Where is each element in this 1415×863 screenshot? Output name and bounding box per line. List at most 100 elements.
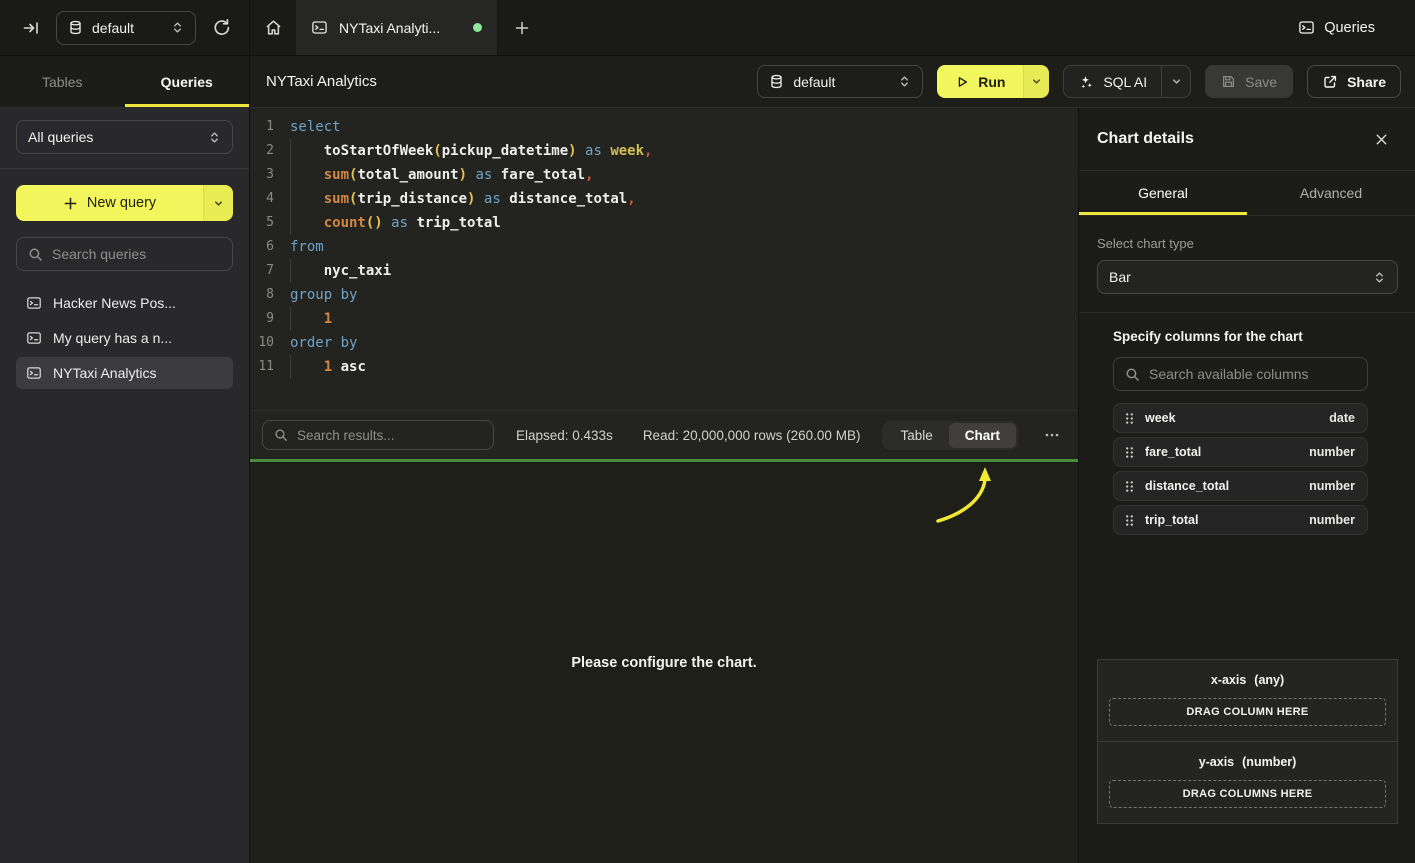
drag-grip-icon	[1124, 514, 1135, 527]
sql-ai-options-button[interactable]	[1161, 66, 1190, 97]
share-button[interactable]: Share	[1307, 65, 1401, 98]
chart-type-selector[interactable]: Bar	[1097, 260, 1398, 294]
view-tab-chart[interactable]: Chart	[949, 423, 1016, 448]
database-icon	[769, 74, 784, 89]
results-toolbar: Elapsed: 0.433s Read: 20,000,000 rows (2…	[250, 410, 1078, 459]
code-line: 1 select	[250, 115, 1078, 139]
tab-queries[interactable]: Queries	[125, 56, 250, 107]
new-query-split-button: New query	[16, 185, 233, 221]
content-row: 1 select 2 toStartOfWeek(pickup_datetime…	[250, 108, 1415, 863]
chart-details-panel: Chart details General Advanced Select ch…	[1078, 108, 1415, 863]
x-axis-drop-zone[interactable]: DRAG COLUMN HERE	[1109, 698, 1386, 726]
query-filter-selector[interactable]: All queries	[16, 120, 233, 154]
run-options-button[interactable]	[1023, 65, 1049, 98]
unsaved-changes-dot	[473, 23, 482, 32]
tab-tables[interactable]: Tables	[0, 56, 125, 107]
right-region: NYTaxi Analytics default Run	[250, 56, 1415, 863]
page-title: NYTaxi Analytics	[266, 73, 377, 90]
saved-query-list: Hacker News Pos... My query has a n... N…	[16, 287, 233, 389]
line-number: 1	[250, 115, 274, 139]
new-query-button[interactable]: New query	[16, 185, 203, 221]
code-line: 9 1	[250, 307, 1078, 331]
column-name: distance_total	[1145, 479, 1229, 493]
column-row[interactable]: week date	[1113, 403, 1368, 433]
terminal-icon	[311, 19, 328, 36]
columns-section-title: Specify columns for the chart	[1113, 329, 1368, 344]
column-row[interactable]: fare_total number	[1113, 437, 1368, 467]
query-search-input[interactable]	[52, 246, 221, 262]
sql-editor[interactable]: 1 select 2 toStartOfWeek(pickup_datetime…	[250, 108, 1078, 410]
code-line: 5 count() as trip_total	[250, 211, 1078, 235]
run-database-selector[interactable]: default	[757, 65, 923, 98]
sql-ai-label: SQL AI	[1103, 74, 1147, 90]
new-tab-button[interactable]	[498, 0, 546, 55]
home-icon	[264, 18, 283, 37]
collapse-sidebar-button[interactable]	[18, 15, 44, 41]
queries-shortcut[interactable]: Queries	[1298, 0, 1415, 55]
query-item-label: NYTaxi Analytics	[53, 365, 156, 381]
sidebar-query-item[interactable]: NYTaxi Analytics	[16, 357, 233, 389]
x-axis-section: x-axis (any) DRAG COLUMN HERE	[1098, 660, 1397, 741]
column-type: number	[1309, 479, 1355, 493]
tab-nytaxi-analytics[interactable]: NYTaxi Analyti...	[296, 0, 498, 55]
line-code: 1 asc	[290, 355, 366, 379]
ellipsis-icon	[1044, 427, 1060, 443]
results-search-input[interactable]	[297, 428, 482, 443]
code-line: 8 group by	[250, 283, 1078, 307]
chevron-updown-icon	[898, 75, 911, 88]
line-number: 6	[250, 235, 274, 259]
annotation-arrow	[928, 464, 994, 524]
sql-console-app: default NYTaxi Analyti... Querie	[0, 0, 1415, 863]
new-query-menu-button[interactable]	[203, 185, 233, 221]
columns-search-input[interactable]	[1149, 366, 1356, 382]
run-database-value: default	[793, 74, 835, 90]
line-code: sum(total_amount) as fare_total,	[290, 163, 594, 187]
tab-general[interactable]: General	[1079, 171, 1247, 215]
line-number: 5	[250, 211, 274, 235]
database-selector[interactable]: default	[56, 11, 196, 45]
run-button[interactable]: Run	[937, 65, 1023, 98]
save-button[interactable]: Save	[1205, 65, 1293, 98]
code-line: 3 sum(total_amount) as fare_total,	[250, 163, 1078, 187]
home-button[interactable]	[250, 0, 296, 55]
line-number: 3	[250, 163, 274, 187]
panel-header: Chart details	[1079, 108, 1415, 170]
new-query-label: New query	[87, 195, 156, 211]
chevron-updown-icon	[171, 21, 184, 34]
close-panel-button[interactable]	[1370, 128, 1393, 151]
sql-ai-split-button: SQL AI	[1063, 65, 1191, 98]
save-icon	[1221, 74, 1236, 89]
code-line: 10 order by	[250, 331, 1078, 355]
columns-section: Specify columns for the chart week date …	[1113, 329, 1368, 535]
results-search	[262, 420, 494, 450]
sql-ai-button[interactable]: SQL AI	[1064, 66, 1161, 97]
results-more-button[interactable]	[1040, 423, 1064, 447]
tab-advanced[interactable]: Advanced	[1247, 171, 1415, 215]
database-selector-value: default	[92, 20, 134, 36]
column-row[interactable]: distance_total number	[1113, 471, 1368, 501]
line-code: select	[290, 115, 341, 139]
view-tab-table[interactable]: Table	[884, 423, 948, 448]
sidebar-query-item[interactable]: My query has a n...	[16, 322, 233, 354]
share-label: Share	[1347, 74, 1386, 90]
column-type: number	[1309, 445, 1355, 459]
query-item-label: Hacker News Pos...	[53, 295, 176, 311]
sidebar-tabs: Tables Queries	[0, 56, 249, 108]
topbar: default NYTaxi Analyti... Querie	[0, 0, 1415, 56]
queries-label: Queries	[1324, 20, 1375, 36]
y-axis-drop-zone[interactable]: DRAG COLUMNS HERE	[1109, 780, 1386, 808]
code-line: 7 nyc_taxi	[250, 259, 1078, 283]
sidebar-query-item[interactable]: Hacker News Pos...	[16, 287, 233, 319]
chart-preview-area: Please configure the chart.	[250, 462, 1078, 863]
y-axis-constraint: (number)	[1242, 755, 1296, 769]
panel-tabs: General Advanced	[1079, 170, 1415, 216]
line-code: from	[290, 235, 324, 259]
view-switcher: Table Chart	[882, 421, 1018, 450]
document-header: NYTaxi Analytics default Run	[250, 56, 1415, 108]
column-row[interactable]: trip_total number	[1113, 505, 1368, 535]
terminal-icon	[26, 295, 42, 311]
column-name: fare_total	[1145, 445, 1201, 459]
code-line: 2 toStartOfWeek(pickup_datetime) as week…	[250, 139, 1078, 163]
line-number: 10	[250, 331, 274, 355]
refresh-button[interactable]	[208, 14, 235, 41]
